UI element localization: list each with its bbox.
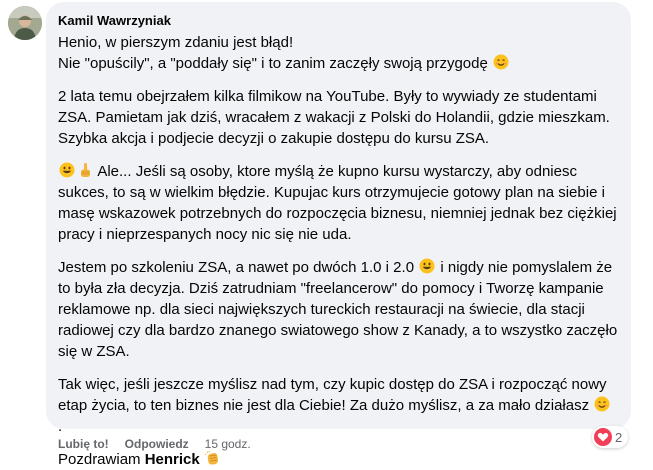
author-name[interactable]: Kamil Wawrzyniak [58,12,619,30]
paragraph-text: Tak więc, jeśli jeszcze myślisz nad tym,… [58,376,611,414]
reply-button[interactable]: Odpowiedz [125,436,189,452]
clapping-hands-icon [204,450,221,466]
grinning-face-icon [419,258,435,274]
grinning-face-icon [59,162,75,178]
avatar[interactable] [8,6,42,40]
paragraph-text: Pozdrawiam [58,451,145,468]
comment-paragraph-6: Pozdrawiam Henrick [58,449,619,470]
comment-paragraph-4: Jestem po szkoleniu ZSA, a nawet po dwóc… [58,257,619,362]
comment-bubble: Kamil Wawrzyniak Henio, w pierszym zdani… [46,2,631,468]
paragraph-text: Nie "opuścily", a "poddały się" i to zan… [58,55,488,72]
timestamp[interactable]: 15 godz. [205,436,251,452]
paragraph-text: Ale... Jeśli są osoby, ktore myślą że ku… [58,163,621,243]
like-button[interactable]: Lubię to! [58,436,109,452]
paragraph-text: Henio, w pierszym zdaniu jest błąd! [58,34,294,51]
pointing-up-icon [77,162,93,178]
heart-icon [594,428,612,446]
comment-paragraph-1: Henio, w pierszym zdaniu jest błąd! Nie … [58,32,619,74]
smiling-face-icon [594,396,610,412]
comment-actions: Lubię to! Odpowiedz 15 godz. [58,436,251,452]
signature-name: Henrick [144,451,200,468]
comment-paragraph-5: Tak więc, jeśli jeszcze myślisz nad tym,… [58,374,619,437]
comment-paragraph-2: 2 lata temu obejrzałem kilka filmikow na… [58,88,615,147]
reaction-count: 2 [615,429,623,445]
paragraph-text: Jestem po szkoleniu ZSA, a nawet po dwóc… [58,259,419,276]
comment-paragraph-3: Ale... Jeśli są osoby, ktore myślą że ku… [58,161,619,245]
reaction-summary[interactable]: 2 [592,426,629,448]
smiling-face-icon [493,54,509,70]
